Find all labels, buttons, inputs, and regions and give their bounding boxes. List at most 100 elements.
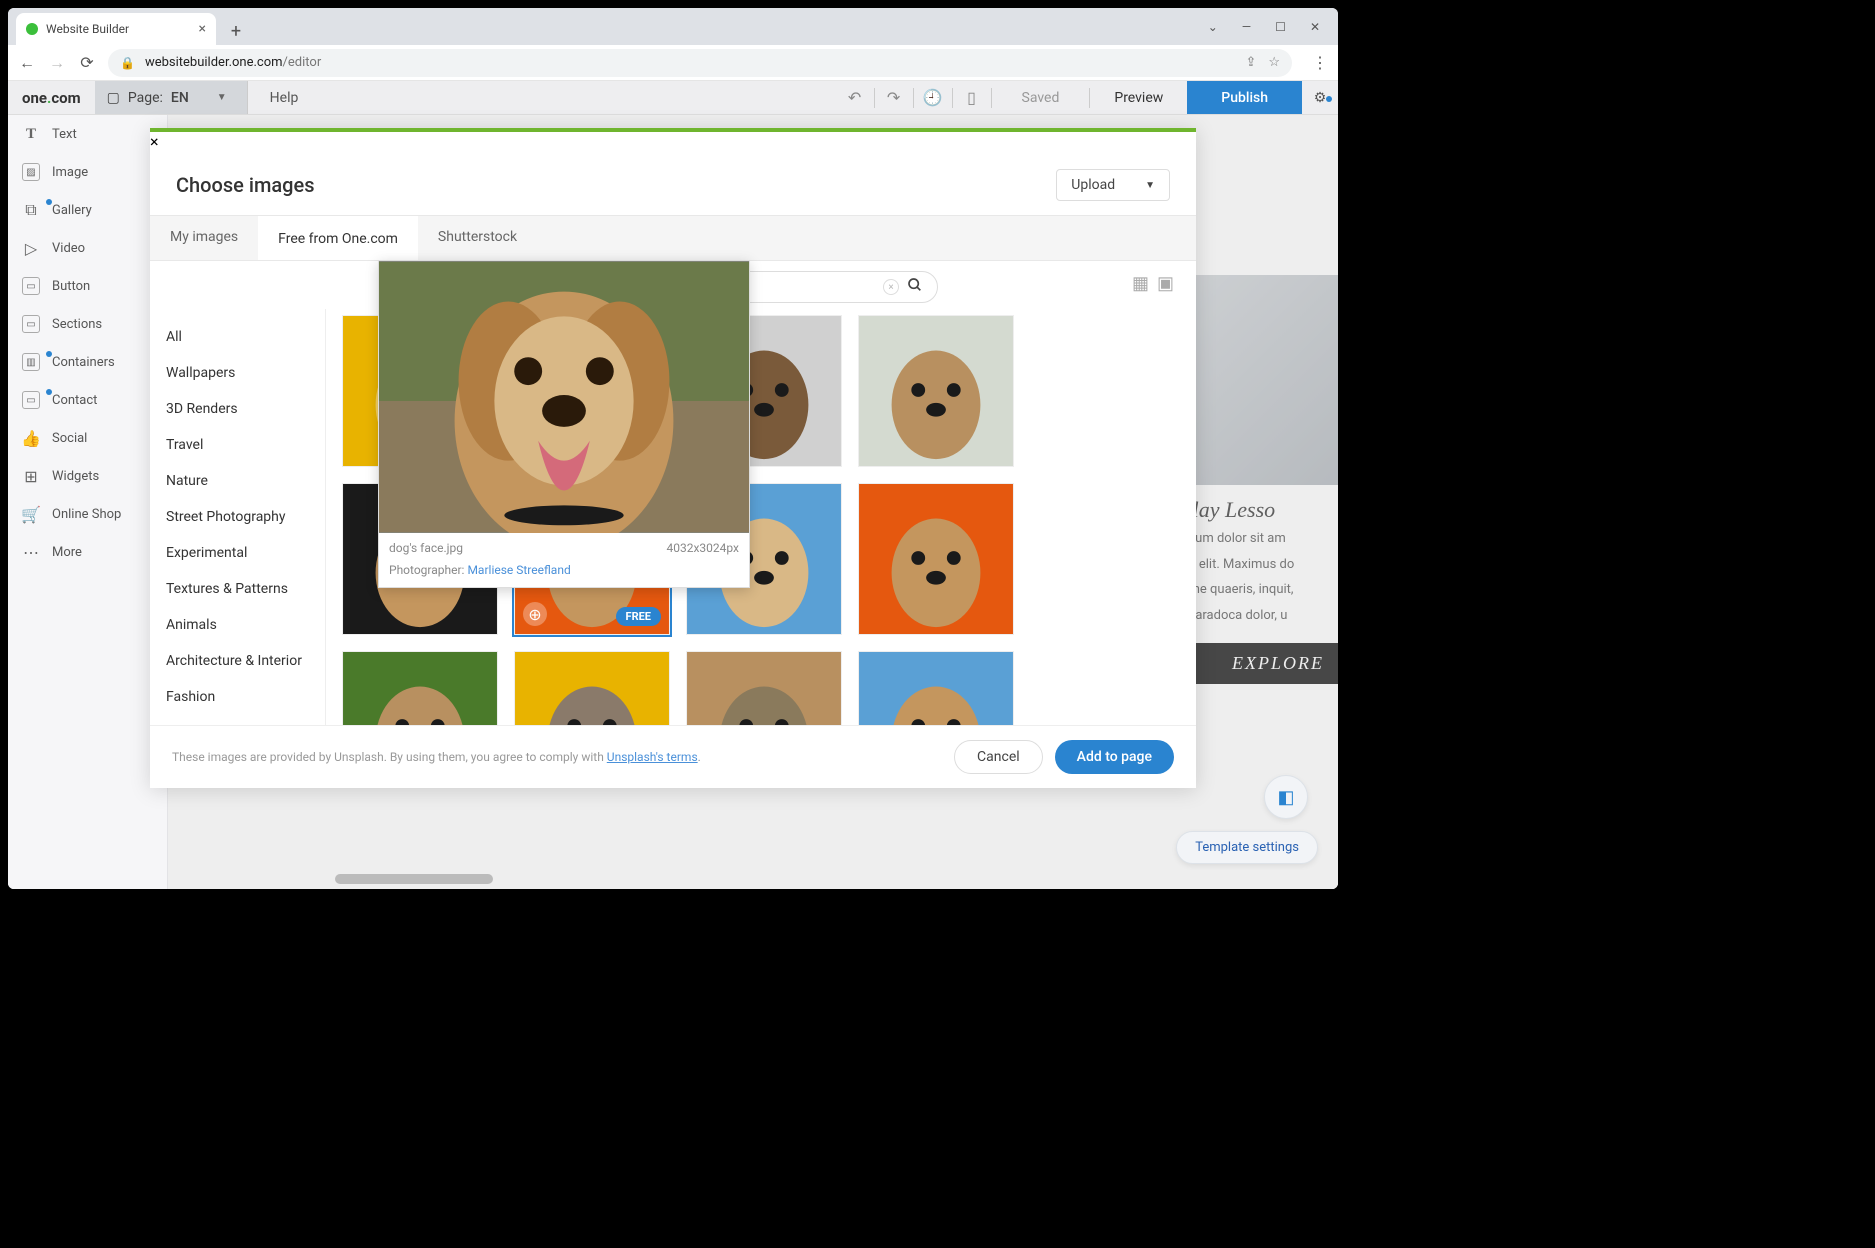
browser-menu-icon[interactable]: ⋮ [1312, 53, 1328, 72]
mobile-preview-icon[interactable]: ▯ [953, 81, 991, 114]
image-thumbnail[interactable] [686, 651, 842, 725]
modal-tab-my-images[interactable]: My images [150, 216, 258, 260]
upload-dropdown[interactable]: Upload ▼ [1056, 169, 1170, 201]
category-film[interactable]: Film [150, 715, 325, 725]
preview-credit-label: Photographer: [389, 563, 464, 577]
settings-icon[interactable]: ⚙ [1302, 90, 1338, 106]
category-animals[interactable]: Animals [150, 607, 325, 643]
tab-title: Website Builder [46, 22, 129, 36]
category-architecture-interior[interactable]: Architecture & Interior [150, 643, 325, 679]
template-settings-button[interactable]: Template settings [1176, 831, 1318, 864]
credit-text: These images are provided by Unsplash. B… [172, 750, 701, 764]
category-experimental[interactable]: Experimental [150, 535, 325, 571]
sidebar-icon: ⋯ [22, 543, 40, 561]
chevron-down-icon[interactable]: ⌄ [1208, 20, 1218, 34]
undo-icon[interactable]: ↶ [836, 81, 874, 114]
logo[interactable]: one.com [8, 89, 95, 107]
category-nature[interactable]: Nature [150, 463, 325, 499]
sidebar-label: Widgets [52, 469, 99, 484]
sidebar-item-widgets[interactable]: ⊞Widgets [8, 457, 167, 495]
photographer-link[interactable]: Marliese Streefland [467, 563, 570, 577]
category-fashion[interactable]: Fashion [150, 679, 325, 715]
sidebar-icon: 👍 [22, 429, 40, 447]
url-domain: websitebuilder.one.com [145, 55, 283, 70]
category-travel[interactable]: Travel [150, 427, 325, 463]
modal-close-icon[interactable]: × [150, 132, 1196, 151]
category-street-photography[interactable]: Street Photography [150, 499, 325, 535]
preview-dimensions: 4032x3024px [666, 541, 739, 555]
back-icon[interactable]: ← [18, 54, 36, 72]
share-icon[interactable]: ⇪ [1245, 55, 1256, 70]
preview-button[interactable]: Preview [1090, 90, 1187, 106]
sidebar-item-text[interactable]: TText [8, 115, 167, 153]
category-list: AllWallpapers3D RendersTravelNatureStree… [150, 309, 326, 725]
category-wallpapers[interactable]: Wallpapers [150, 355, 325, 391]
sidebar-item-gallery[interactable]: ⧉Gallery [8, 191, 167, 229]
category-textures-patterns[interactable]: Textures & Patterns [150, 571, 325, 607]
sidebar-item-image[interactable]: ▨Image [8, 153, 167, 191]
page-selector[interactable]: ▢ Page: EN ▼ [95, 81, 248, 114]
window-close-icon[interactable]: ✕ [1310, 20, 1320, 34]
sidebar-item-video[interactable]: ▷ Video [8, 229, 167, 267]
grid-view-icon[interactable]: ▦ [1132, 273, 1149, 294]
template-palette-button[interactable]: ◧ [1264, 775, 1308, 819]
category--d-renders[interactable]: 3D Renders [150, 391, 325, 427]
sidebar-icon: ▭ [22, 315, 40, 333]
image-thumbnail[interactable] [858, 483, 1014, 635]
forward-icon[interactable]: → [48, 54, 66, 72]
unsplash-terms-link[interactable]: Unsplash's terms [607, 750, 698, 764]
chevron-down-icon: ▼ [217, 92, 227, 103]
zoom-icon[interactable]: ⊕ [523, 602, 547, 626]
category-all[interactable]: All [150, 319, 325, 355]
search-icon[interactable] [907, 277, 923, 297]
add-to-page-button[interactable]: Add to page [1055, 740, 1174, 774]
minimize-icon[interactable]: — [1242, 20, 1251, 34]
reload-icon[interactable]: ⟳ [78, 54, 96, 72]
modal-tab-free-from-one-com[interactable]: Free from One.com [258, 216, 418, 260]
sidebar-icon: ▥ [22, 353, 40, 371]
clear-search-icon[interactable]: × [883, 279, 899, 295]
sidebar-icon: ▨ [22, 163, 40, 181]
horizontal-scrollbar[interactable] [334, 873, 1326, 885]
tab-close-icon[interactable]: × [199, 21, 206, 37]
sidebar-icon: ▭ [22, 391, 40, 409]
left-panel: TText▨Image⧉Gallery ▷ Video ▭ Button ▭Section… [8, 115, 168, 889]
url-input[interactable]: 🔒 websitebuilder.one.com/editor ⇪ ☆ [108, 49, 1292, 77]
sidebar-icon: ▷ [22, 239, 40, 257]
image-thumbnail[interactable] [858, 651, 1014, 725]
new-tab-button[interactable]: + [222, 17, 250, 45]
free-badge: FREE [616, 607, 661, 626]
sidebar-label: Social [52, 431, 87, 446]
preview-image [379, 261, 749, 533]
sidebar-item-containers[interactable]: ▥Containers [8, 343, 167, 381]
sidebar-icon: ▭ [22, 277, 40, 295]
browser-tab[interactable]: Website Builder × [16, 13, 216, 45]
sidebar-label: Video [52, 241, 85, 256]
sidebar-label: Button [52, 279, 90, 294]
modal-tab-shutterstock[interactable]: Shutterstock [418, 216, 537, 260]
image-thumbnail[interactable] [342, 651, 498, 725]
sidebar-item-more[interactable]: ⋯More [8, 533, 167, 571]
app-toolbar: one.com ▢ Page: EN ▼ Help ↶ ↷ 🕘 ▯ Saved … [8, 81, 1338, 115]
sidebar-item-button[interactable]: ▭ Button [8, 267, 167, 305]
image-thumbnail[interactable] [858, 315, 1014, 467]
sidebar-icon: 🛒 [22, 505, 40, 523]
large-view-icon[interactable]: ▣ [1157, 273, 1174, 294]
cancel-button[interactable]: Cancel [954, 740, 1043, 774]
image-thumbnail[interactable] [514, 651, 670, 725]
bookmark-icon[interactable]: ☆ [1268, 55, 1280, 70]
sidebar-label: Online Shop [52, 507, 121, 522]
history-icon[interactable]: 🕘 [914, 81, 952, 114]
lock-icon: 🔒 [120, 56, 135, 70]
sidebar-label: Gallery [52, 203, 92, 218]
publish-button[interactable]: Publish [1187, 81, 1302, 114]
redo-icon[interactable]: ↷ [875, 81, 913, 114]
browser-tabbar: Website Builder × + ⌄ — ☐ ✕ [8, 8, 1338, 45]
help-link[interactable]: Help [248, 90, 321, 106]
sidebar-item-contact[interactable]: ▭Contact [8, 381, 167, 419]
sidebar-item-online-shop[interactable]: 🛒 Online Shop [8, 495, 167, 533]
url-path: /editor [283, 55, 322, 70]
maximize-icon[interactable]: ☐ [1275, 20, 1286, 34]
sidebar-item-sections[interactable]: ▭Sections [8, 305, 167, 343]
sidebar-item-social[interactable]: 👍 Social [8, 419, 167, 457]
